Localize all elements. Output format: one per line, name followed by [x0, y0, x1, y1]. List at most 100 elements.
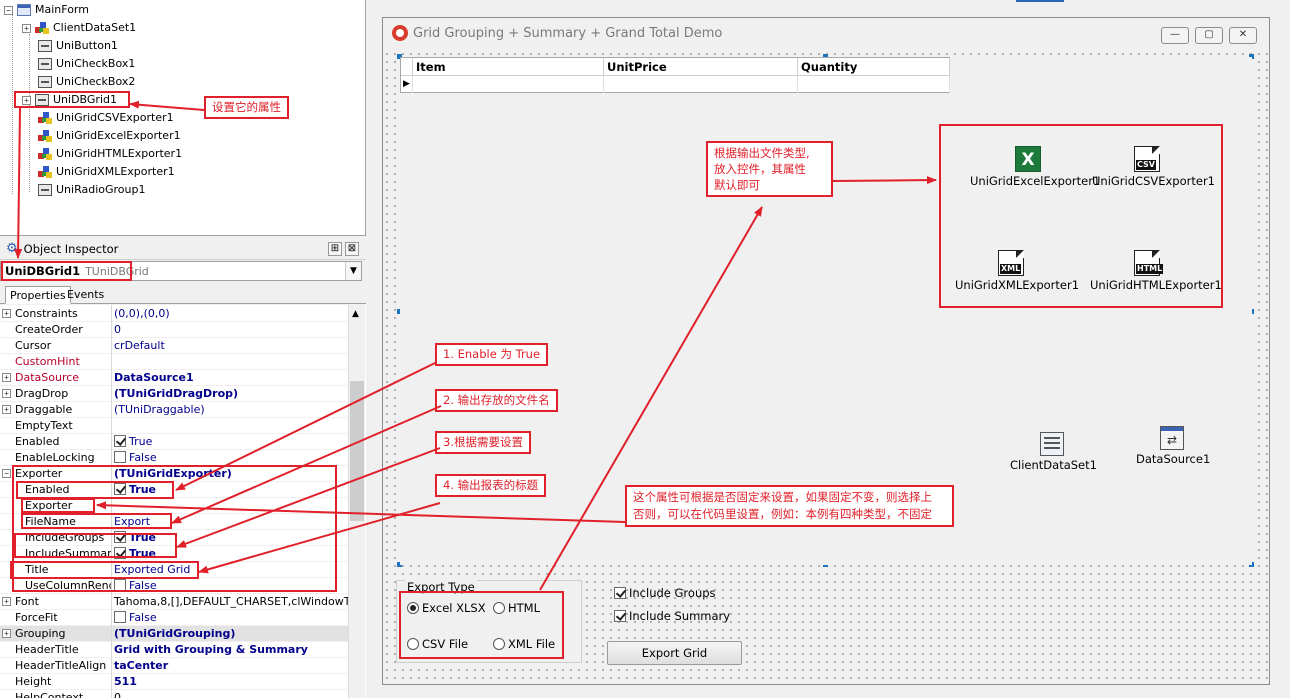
- property-row[interactable]: Enabled True: [0, 434, 348, 450]
- tree-node-unicheckbox2[interactable]: UniCheckBox2: [38, 73, 135, 91]
- annotation-set-properties: 设置它的属性: [204, 96, 289, 119]
- app-icon: [392, 25, 408, 41]
- tree-node-excel-exporter[interactable]: UniGridExcelExporter1: [38, 127, 181, 145]
- grid-cell[interactable]: [604, 76, 798, 93]
- nonvisual-component-icon: [38, 112, 52, 124]
- control-icon: [38, 58, 52, 70]
- annotation-exporter-property: 这个属性可根据是否固定来设置，如果固定不变，则选择上 否则，可以在代码里设置，例…: [625, 485, 954, 527]
- data-grid[interactable]: Item UnitPrice Quantity ▶: [400, 57, 950, 93]
- highlight-filename: [21, 513, 172, 529]
- scrollbar-thumb[interactable]: [350, 381, 364, 521]
- collapse-icon[interactable]: −: [2, 469, 11, 478]
- tree-connector: [29, 34, 30, 192]
- datasource-component[interactable]: DataSource1: [1136, 426, 1210, 466]
- property-row[interactable]: + Font Tahoma,8,[],DEFAULT_CHARSET,clWindo…: [0, 594, 350, 610]
- checkbox-checked-icon: [614, 610, 626, 622]
- chevron-down-icon[interactable]: ▼: [345, 262, 361, 280]
- property-row[interactable]: + DataSource DataSource1: [0, 370, 348, 386]
- property-row[interactable]: CustomHint: [0, 354, 348, 370]
- tree-node-mainform[interactable]: − MainForm: [4, 1, 89, 19]
- expand-icon[interactable]: +: [2, 373, 11, 382]
- nonvisual-component-icon: [38, 166, 52, 178]
- include-summary-checkbox[interactable]: Include Summary: [614, 609, 730, 623]
- annotation-step-4: 4. 输出报表的标题: [435, 474, 547, 497]
- nonvisual-component-icon: [38, 148, 52, 160]
- tree-node-xml-exporter[interactable]: UniGridXMLExporter1: [38, 163, 175, 181]
- property-row[interactable]: + Constraints (0,0),(0,0): [0, 306, 348, 322]
- property-row[interactable]: EnableLocking False: [0, 450, 348, 466]
- expand-icon[interactable]: +: [2, 389, 11, 398]
- tab-indicator: [1016, 0, 1064, 2]
- property-row[interactable]: + DragDrop (TUniGridDragDrop): [0, 386, 348, 402]
- property-row[interactable]: Cursor crDefault: [0, 338, 348, 354]
- property-row[interactable]: + Draggable (TUniDraggable): [0, 402, 348, 418]
- column-header-unitprice[interactable]: UnitPrice: [604, 58, 798, 76]
- annotation-step-1: 1. Enable 为 True: [435, 343, 549, 366]
- pin-icon[interactable]: ⊞: [328, 242, 342, 256]
- inspector-tabs: Properties Events: [0, 284, 366, 304]
- highlight-exporter: [21, 498, 95, 513]
- structure-tree: − MainForm + ClientDataSet1 UniButton1 U…: [0, 0, 366, 236]
- property-row[interactable]: HelpContext 0: [0, 690, 348, 698]
- tree-node-html-exporter[interactable]: UniGridHTMLExporter1: [38, 145, 182, 163]
- expand-icon[interactable]: +: [2, 405, 11, 414]
- highlight-enabled: [16, 481, 174, 499]
- annotation-exporters: 根据输出文件类型, 放入控件，其属性 默认即可: [706, 141, 833, 197]
- tree-node-unicheckbox1[interactable]: UniCheckBox1: [38, 55, 135, 73]
- datasource-icon: [1160, 426, 1184, 450]
- property-row[interactable]: EmptyText: [0, 418, 348, 434]
- clientdataset-component[interactable]: ClientDataSet1: [1010, 432, 1097, 472]
- highlight-exporter-components: [939, 124, 1223, 308]
- property-row[interactable]: CreateOrder 0: [0, 322, 348, 338]
- highlight-title: [10, 561, 199, 579]
- highlight-export-type: [399, 591, 564, 659]
- export-grid-button[interactable]: Export Grid: [607, 641, 742, 665]
- tree-node-csv-exporter[interactable]: UniGridCSVExporter1: [38, 109, 174, 127]
- close-icon[interactable]: ⊠: [345, 242, 359, 256]
- inspector-scrollbar[interactable]: ▲: [348, 305, 365, 698]
- grid-cell[interactable]: [413, 76, 604, 93]
- checkbox-unchecked-icon[interactable]: [114, 611, 126, 623]
- tab-properties[interactable]: Properties: [5, 286, 71, 304]
- close-icon[interactable]: ✕: [1229, 27, 1257, 44]
- property-row[interactable]: ForceFit False: [0, 610, 348, 626]
- checkbox-checked-icon[interactable]: [114, 435, 126, 447]
- column-header-quantity[interactable]: Quantity: [798, 58, 950, 76]
- scroll-up-icon[interactable]: ▲: [352, 309, 359, 319]
- checkbox-checked-icon: [614, 587, 626, 599]
- maximize-icon[interactable]: ▢: [1195, 27, 1223, 44]
- annotation-step-3: 3.根据需要设置: [435, 431, 531, 454]
- property-row[interactable]: HeaderTitleAlign taCenter: [0, 658, 348, 674]
- control-icon: [38, 76, 52, 88]
- control-icon: [38, 184, 52, 196]
- collapse-icon[interactable]: −: [4, 5, 13, 15]
- annotation-step-2: 2. 输出存放的文件名: [435, 389, 558, 412]
- expand-icon[interactable]: +: [2, 629, 11, 638]
- clientdataset-icon: [1040, 432, 1064, 456]
- tree-connector: [12, 14, 13, 194]
- expand-icon[interactable]: +: [2, 597, 11, 606]
- highlight-component-selector: [1, 261, 132, 281]
- highlight-unidbgrid-node: [14, 91, 130, 108]
- checkbox-unchecked-icon[interactable]: [114, 451, 126, 463]
- control-icon: [38, 40, 52, 52]
- property-row[interactable]: + Grouping (TUniGridGrouping): [0, 626, 348, 642]
- expand-icon[interactable]: +: [22, 23, 31, 33]
- tree-node-unibutton[interactable]: UniButton1: [38, 37, 118, 55]
- tree-node-clientdataset[interactable]: + ClientDataSet1: [22, 19, 136, 37]
- property-row[interactable]: Height 511: [0, 674, 348, 690]
- inspector-icon: ⚙: [6, 241, 18, 256]
- highlight-include-options: [14, 533, 177, 558]
- include-groups-checkbox[interactable]: Include Groups: [614, 586, 716, 600]
- tree-node-radiogroup[interactable]: UniRadioGroup1: [38, 181, 145, 199]
- current-row-icon: ▶: [401, 76, 413, 93]
- minimize-icon[interactable]: —: [1161, 27, 1189, 44]
- form-title: Grid Grouping + Summary + Grand Total De…: [413, 25, 723, 41]
- tab-events[interactable]: Events: [63, 286, 108, 304]
- column-header-item[interactable]: Item: [413, 58, 604, 76]
- property-row[interactable]: HeaderTitle Grid with Grouping & Summary: [0, 642, 348, 658]
- expand-icon[interactable]: +: [2, 309, 11, 318]
- nonvisual-component-icon: [38, 130, 52, 142]
- splitter[interactable]: [366, 0, 380, 698]
- grid-cell[interactable]: [798, 76, 950, 93]
